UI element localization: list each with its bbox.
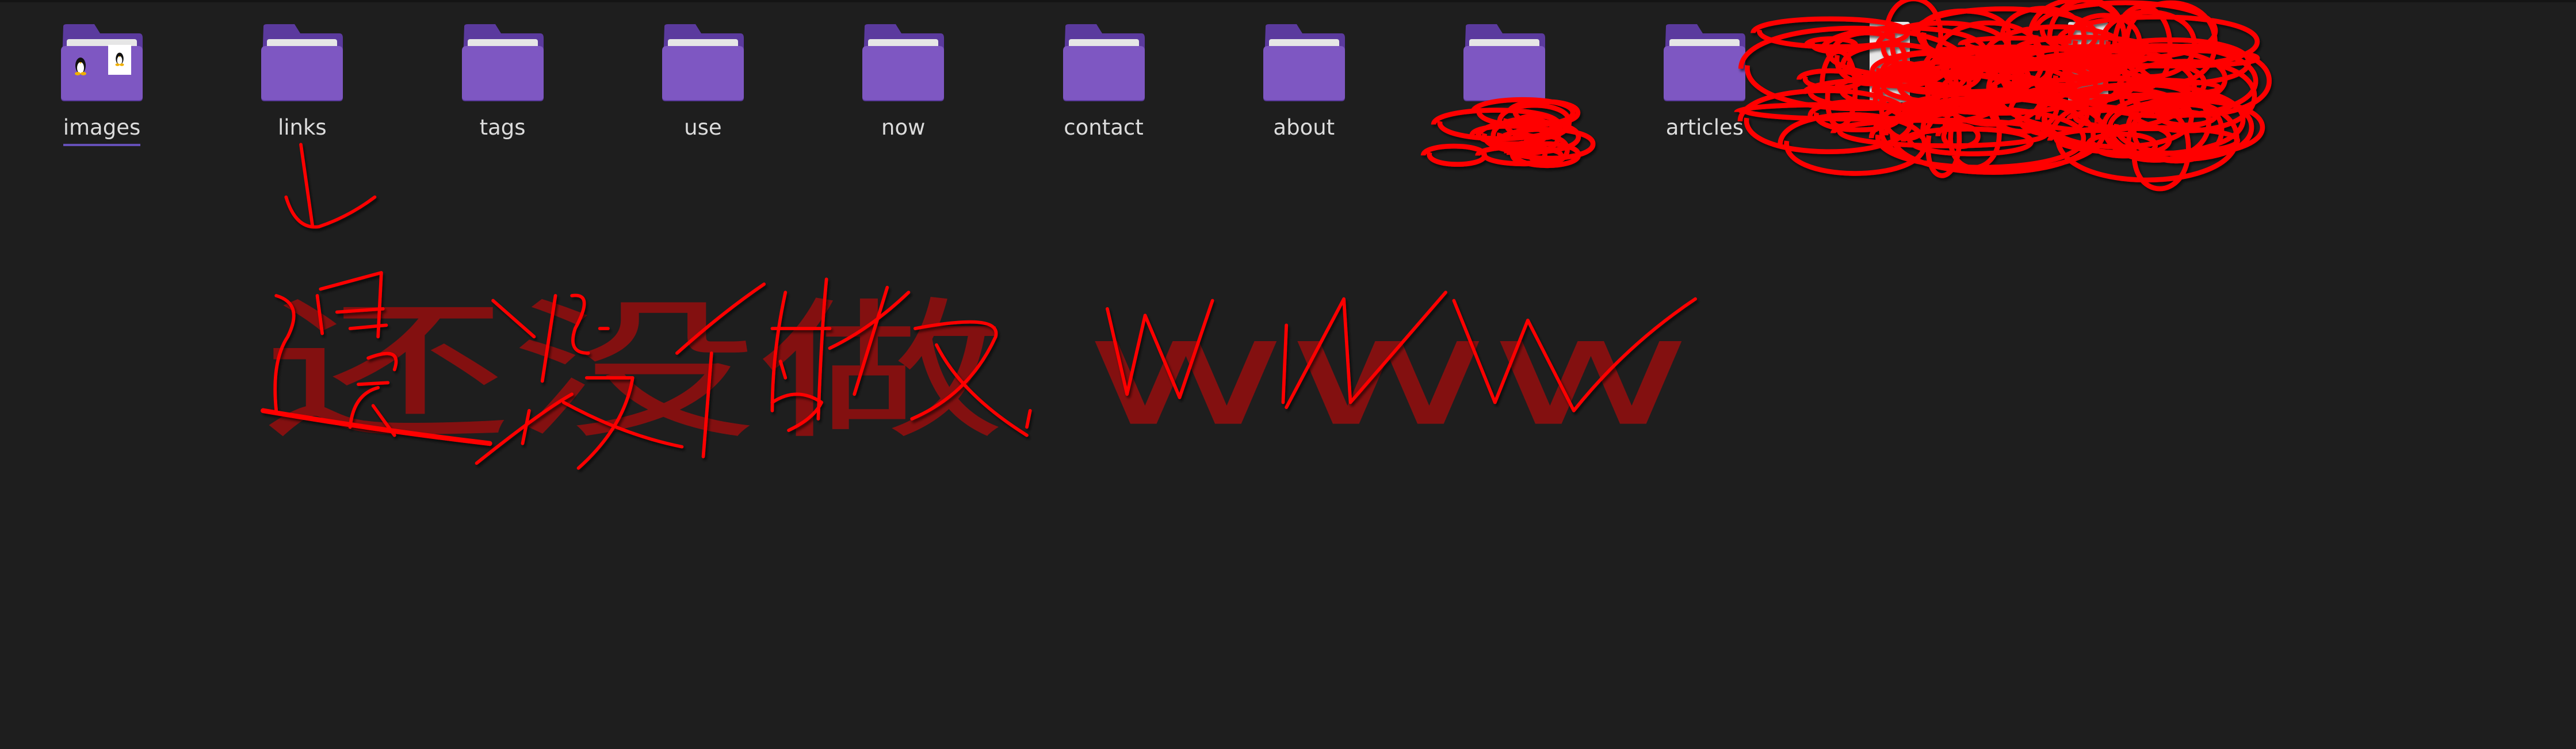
folder-links[interactable]: links	[216, 24, 388, 144]
folder-icon	[1463, 24, 1546, 101]
folder-images[interactable]: images	[16, 24, 188, 146]
folder-label: use	[684, 115, 722, 140]
folder-label: now	[881, 115, 926, 140]
folder-redacted[interactable]	[1418, 24, 1591, 119]
file-icon-redacted-1[interactable]	[1870, 22, 1910, 102]
folder-label: tags	[479, 115, 526, 140]
redaction-scribble-file-2	[1958, 0, 2272, 192]
folder-icon	[61, 24, 143, 101]
arrow-head-stroke	[284, 195, 377, 229]
folder-icon	[1263, 24, 1345, 101]
folder-label: articles	[1665, 115, 1744, 140]
folder-tags[interactable]: tags	[416, 24, 589, 144]
folder-label: about	[1273, 115, 1335, 140]
folder-about[interactable]: about	[1218, 24, 1390, 144]
folder-now[interactable]: now	[817, 24, 989, 144]
folder-label: links	[277, 115, 327, 140]
folder-icon	[1062, 24, 1145, 101]
folder-use[interactable]: use	[617, 24, 789, 144]
folder-icon	[662, 24, 744, 101]
folder-icon	[261, 24, 343, 101]
window-top-border	[0, 0, 2576, 2]
redaction-scribble-file-1	[1734, 0, 2107, 178]
file-icon-redacted-2[interactable]	[2068, 22, 2108, 102]
folder-icon	[461, 24, 544, 101]
folder-label: contact	[1064, 115, 1144, 140]
folder-articles[interactable]: articles	[1618, 24, 1791, 144]
folder-contact[interactable]: contact	[1018, 24, 1190, 144]
folder-label: images	[63, 115, 141, 146]
folder-icon	[1664, 24, 1746, 101]
arrow-stroke	[299, 143, 314, 227]
handwritten-text: 还没做 www	[263, 284, 1692, 460]
folder-icon	[862, 24, 945, 101]
